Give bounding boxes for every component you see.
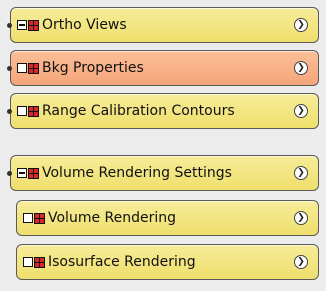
panel-label: Bkg Properties: [42, 60, 144, 76]
panel-ortho-views[interactable]: Ortho Views ❯: [7, 7, 319, 43]
panel-range-calibration-contours[interactable]: Range Calibration Contours ❯: [7, 93, 319, 129]
chevron-right-circle-icon[interactable]: ❯: [294, 255, 308, 269]
grid-icon: [28, 167, 39, 179]
grid-icon: [34, 256, 45, 268]
panel-label: Volume Rendering: [48, 210, 177, 226]
chevron-right-circle-icon[interactable]: ❯: [294, 104, 308, 118]
grid-icon: [28, 105, 39, 117]
panel-icons: [17, 19, 39, 31]
panel-icons: [23, 212, 45, 224]
chevron-right-circle-icon[interactable]: ❯: [294, 211, 308, 225]
collapse-box-icon[interactable]: [17, 168, 27, 178]
grid-icon: [28, 62, 39, 74]
panel-isosurface-rendering[interactable]: Isosurface Rendering ❯: [16, 244, 319, 280]
connector-dot: [7, 108, 12, 114]
chevron-right-circle-icon[interactable]: ❯: [294, 166, 308, 180]
collapse-box-icon[interactable]: [17, 20, 27, 30]
checkbox-icon[interactable]: [17, 63, 27, 73]
panel-icons: [17, 62, 39, 74]
checkbox-icon[interactable]: [23, 213, 33, 223]
grid-icon: [28, 19, 39, 31]
panel-volume-rendering[interactable]: Volume Rendering ❯: [16, 200, 319, 236]
panel-icons: [17, 105, 39, 117]
panel-volume-rendering-settings[interactable]: Volume Rendering Settings ❯: [7, 155, 319, 191]
panel-label: Ortho Views: [42, 17, 127, 33]
panel-label: Range Calibration Contours: [42, 103, 235, 119]
chevron-right-circle-icon[interactable]: ❯: [294, 18, 308, 32]
checkbox-icon[interactable]: [23, 257, 33, 267]
panel-label: Isosurface Rendering: [48, 254, 196, 270]
panel-bkg-properties[interactable]: Bkg Properties ❯: [7, 50, 319, 86]
grid-icon: [34, 212, 45, 224]
checkbox-icon[interactable]: [17, 106, 27, 116]
connector-dot: [7, 65, 12, 71]
panel-icons: [17, 167, 39, 179]
panel-icons: [23, 256, 45, 268]
panel-label: Volume Rendering Settings: [42, 165, 232, 181]
connector-dot: [7, 170, 12, 176]
connector-dot: [7, 22, 12, 28]
chevron-right-circle-icon[interactable]: ❯: [294, 61, 308, 75]
